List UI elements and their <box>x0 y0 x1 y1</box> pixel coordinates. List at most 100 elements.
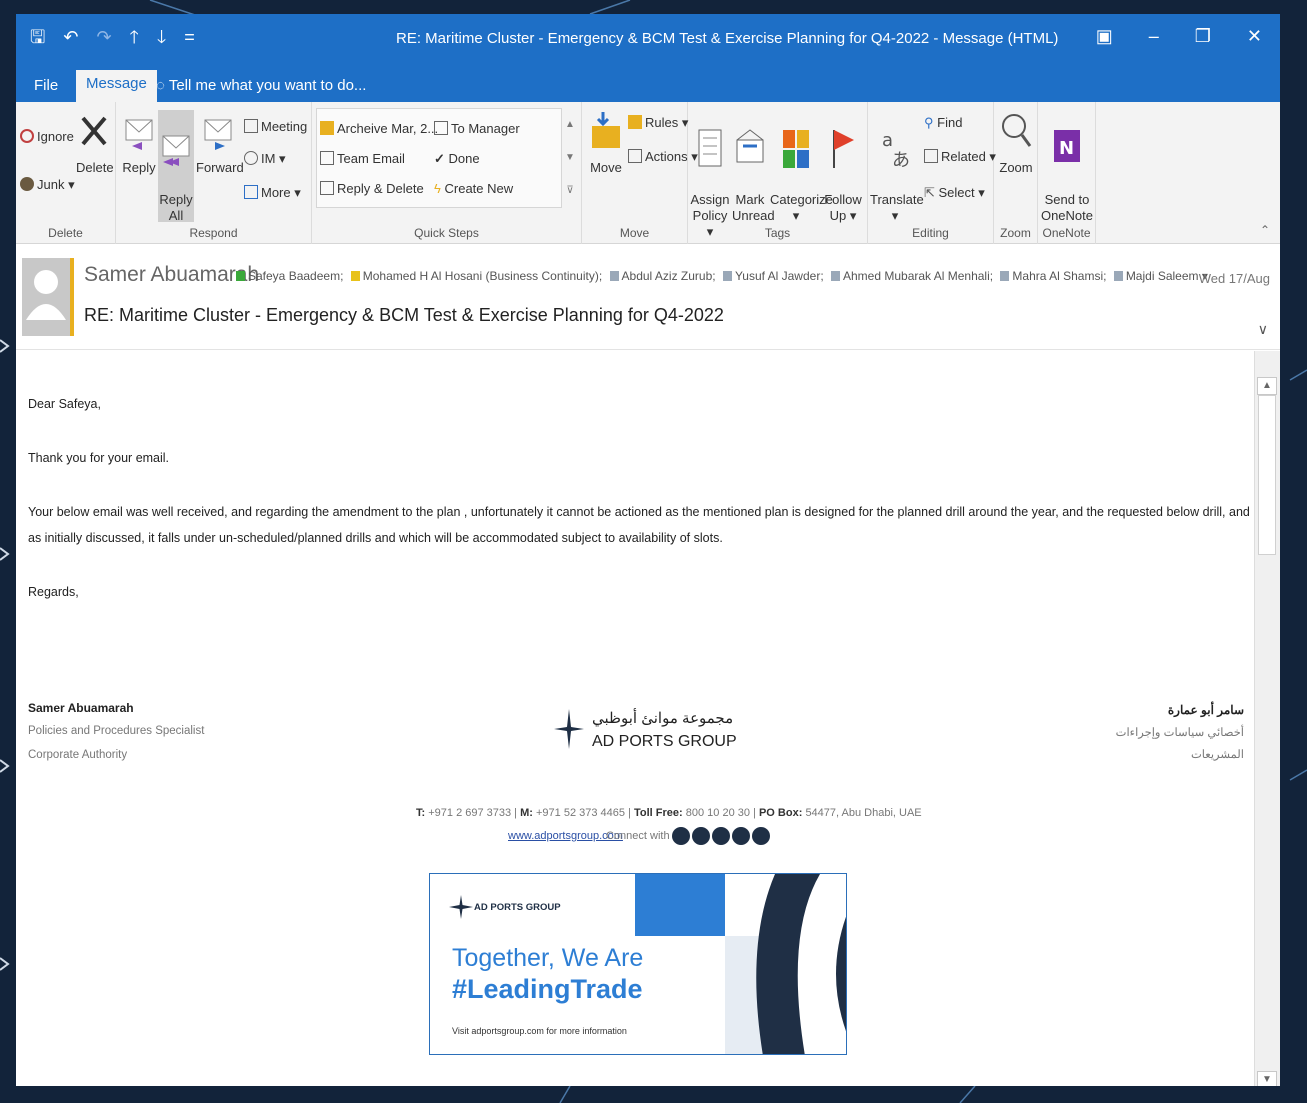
translate-button[interactable]: aあ Translate ▾ <box>870 110 924 224</box>
lightning-icon: ϟ <box>434 181 445 196</box>
phone-value: +971 2 697 3733 | <box>428 807 518 819</box>
mark-unread-button[interactable]: Mark Unread <box>732 110 775 224</box>
recipient[interactable]: Mohamed H Al Hosani (Business Continuity… <box>347 269 602 283</box>
quick-step-reply-delete[interactable]: Reply & Delete <box>320 180 424 198</box>
recipient-name: Safeya Baadeem; <box>248 269 344 283</box>
related-button[interactable]: Related ▾ <box>924 148 996 166</box>
vertical-scrollbar[interactable]: ▲ ▼ <box>1254 351 1280 1086</box>
recipient[interactable]: Majdi Saleem ▾ <box>1110 269 1208 283</box>
linkedin-icon[interactable] <box>752 827 770 845</box>
ignore-icon <box>20 129 34 143</box>
group-label-zoom: Zoom <box>1000 226 1031 240</box>
send-to-onenote-button[interactable]: N Send to OneNote <box>1040 110 1094 224</box>
onenote-icon: N <box>1054 130 1080 162</box>
checkmark-icon: ✓ <box>434 151 449 166</box>
quick-steps-scroll[interactable]: ▲ ▼ ⊽ <box>563 108 577 208</box>
toll-free-value: 800 10 20 30 | <box>685 807 756 819</box>
quick-step-team-email[interactable]: Team Email <box>320 150 405 168</box>
more-respond-button[interactable]: More ▾ <box>244 184 301 202</box>
svg-text:N: N <box>1059 138 1074 159</box>
chevron-down-icon[interactable]: ∨ <box>1258 321 1268 338</box>
follow-up-button[interactable]: Follow Up ▾ <box>822 110 864 224</box>
group-label-move: Move <box>619 226 650 240</box>
presence-chip <box>236 271 245 281</box>
reply-button[interactable]: Reply <box>120 110 158 176</box>
signature-arabic-title: أخصائي سياسات وإجراءات <box>1115 727 1244 739</box>
collapse-ribbon-icon[interactable]: ⌃ <box>1260 223 1270 237</box>
categorize-icon <box>783 130 809 168</box>
reply-all-button[interactable]: Reply All <box>158 110 194 223</box>
svg-text:a: a <box>882 130 893 151</box>
reply-delete-icon <box>320 181 334 195</box>
ribbon-display-options-icon[interactable]: ▣ <box>1096 26 1113 47</box>
zoom-button[interactable]: Zoom <box>996 110 1036 176</box>
close-icon[interactable]: ✕ <box>1247 26 1262 47</box>
leading-trade-banner[interactable]: AD PORTS GROUP Together, We Are #Leading… <box>429 873 847 1055</box>
youtube-icon[interactable] <box>732 827 750 845</box>
save-icon[interactable]: 🖫 <box>30 26 45 48</box>
meeting-button[interactable]: Meeting <box>244 118 307 136</box>
rules-icon <box>628 115 642 129</box>
scroll-up-icon[interactable]: ▲ <box>1257 377 1277 395</box>
find-button[interactable]: ⚲ Find <box>924 114 962 132</box>
minimize-icon[interactable]: – <box>1149 26 1159 47</box>
logo-english-text: AD PORTS GROUP <box>592 733 737 750</box>
tell-me-label: Tell me what you want to do... <box>168 77 367 94</box>
contact-line: T: +971 2 697 3733 | M: +971 52 373 4465… <box>416 807 922 819</box>
ad-ports-logo: مجموعة موانئ أبوظبي AD PORTS GROUP <box>552 703 752 759</box>
recipient[interactable]: Safeya Baadeem; <box>232 269 343 283</box>
previous-item-icon[interactable]: 🡑 <box>130 26 139 48</box>
restore-icon[interactable]: ❐ <box>1195 26 1211 47</box>
scroll-down-icon[interactable]: ▼ <box>1257 1071 1277 1086</box>
undo-icon[interactable]: ↶ <box>63 26 78 48</box>
more-respond-icon <box>244 185 258 199</box>
facebook-icon[interactable] <box>672 827 690 845</box>
customize-qat-icon[interactable]: = <box>184 26 195 48</box>
recipient[interactable]: Ahmed Mubarak Al Menhali; <box>827 269 993 283</box>
po-box-label: PO Box: <box>758 807 803 819</box>
thanks-line: Thank you for your email. <box>28 451 170 465</box>
recipient[interactable]: Yusuf Al Jawder; <box>719 269 824 283</box>
assign-policy-button[interactable]: Assign Policy ▾ <box>690 110 730 240</box>
next-item-icon[interactable]: 🡓 <box>157 26 166 48</box>
recipient[interactable]: Abdul Aziz Zurub; <box>606 269 716 283</box>
group-editing: aあ Translate ▾ ⚲ Find Related ▾ ⇱ Select… <box>868 102 996 244</box>
quick-step-archive[interactable]: Archeive Mar, 2... <box>320 120 438 138</box>
instagram-icon[interactable] <box>712 827 730 845</box>
signature-arabic-dept: المشريعات <box>1190 749 1244 761</box>
move-button[interactable]: Move <box>586 110 626 176</box>
quick-step-create-new[interactable]: ϟ Create New <box>434 180 513 198</box>
quick-step-to-manager[interactable]: To Manager <box>434 120 520 138</box>
window-controls: ▣ – ❐ ✕ <box>1096 26 1262 47</box>
im-button[interactable]: IM ▾ <box>244 150 286 168</box>
tell-me-search[interactable]: ◌ Tell me what you want to do... <box>146 72 376 99</box>
rules-button[interactable]: Rules ▾ <box>628 114 688 132</box>
group-label-onenote: OneNote <box>1042 226 1091 240</box>
forward-button[interactable]: Forward <box>196 110 244 176</box>
recipient[interactable]: Mahra Al Shamsi; <box>996 269 1106 283</box>
group-quick-steps: Archeive Mar, 2... To Manager Team Email… <box>312 102 582 244</box>
find-icon: ⚲ <box>924 115 938 130</box>
tab-file[interactable]: File <box>24 72 68 99</box>
ignore-button[interactable]: Ignore <box>20 128 74 146</box>
message-subject: RE: Maritime Cluster - Emergency & BCM T… <box>84 305 724 325</box>
categorize-button[interactable]: Categorize ▾ <box>770 110 833 224</box>
redo-icon[interactable]: ↷ <box>96 26 111 48</box>
scroll-thumb[interactable] <box>1258 395 1276 555</box>
quick-step-done[interactable]: ✓ Done <box>434 150 480 168</box>
greeting: Dear Safeya, <box>28 397 101 411</box>
select-button[interactable]: ⇱ Select ▾ <box>924 184 985 202</box>
tab-message[interactable]: Message <box>76 70 157 102</box>
group-move: Move Rules ▾ Actions ▾ Move <box>582 102 698 244</box>
twitter-icon[interactable] <box>692 827 710 845</box>
presence-chip <box>722 271 732 281</box>
po-box-value: 54477, Abu Dhabi, UAE <box>805 807 922 819</box>
delete-button[interactable]: Delete <box>76 110 114 176</box>
move-label: Move <box>590 160 622 175</box>
message-header: Samer Abuamarah Safeya Baadeem; Mohamed … <box>16 245 1280 350</box>
recipients-list: Safeya Baadeem; Mohamed H Al Hosani (Bus… <box>232 269 1208 283</box>
ribbon: Ignore Junk ▾ Delete Delete Reply Reply … <box>16 102 1280 244</box>
presence-chip <box>1000 271 1010 281</box>
junk-button[interactable]: Junk ▾ <box>20 176 75 194</box>
mobile-label: M: <box>520 807 533 819</box>
